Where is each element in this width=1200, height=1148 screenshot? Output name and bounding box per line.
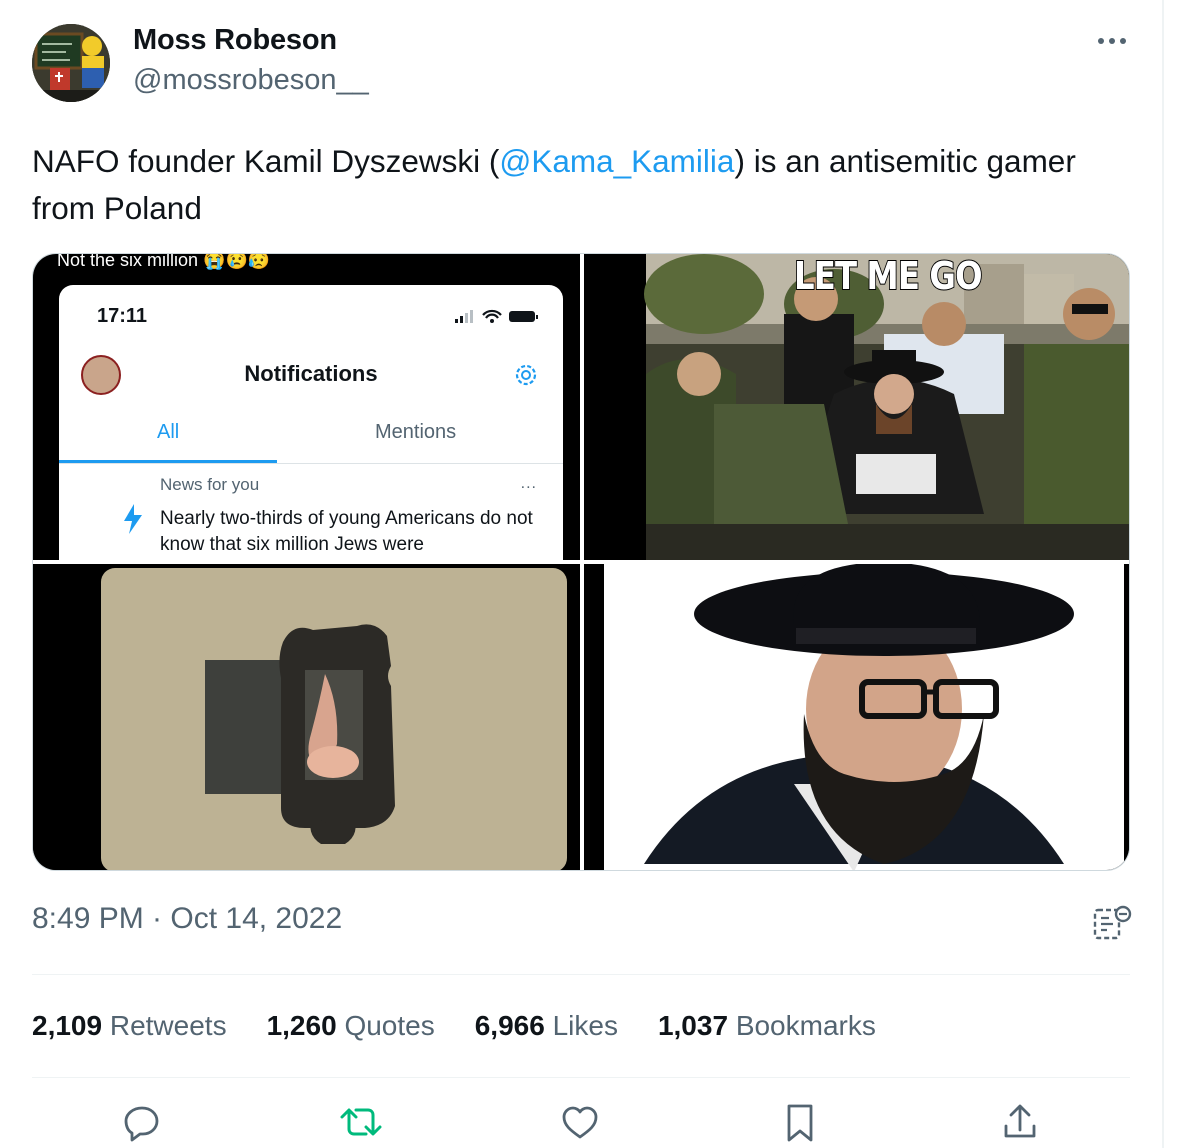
- divider: [32, 1077, 1130, 1078]
- avatar[interactable]: [32, 24, 110, 102]
- media-image-notification-screenshot[interactable]: Not the six million 😭😢😥 17:11 Notificati…: [33, 254, 580, 560]
- engagement-stats: 2,109 Retweets 1,260 Quotes 6,966 Likes …: [32, 1010, 916, 1042]
- tweet-text-before: NAFO founder Kamil Dyszewski (: [32, 143, 500, 179]
- retweets-stat[interactable]: 2,109 Retweets: [32, 1010, 227, 1042]
- mention-link[interactable]: @Kama_Kamilia: [499, 143, 734, 179]
- lightning-icon: [121, 503, 145, 535]
- tweet-timestamp[interactable]: 8:49 PM · Oct 14, 2022: [32, 902, 342, 936]
- quotes-count: 1,260: [266, 1010, 337, 1041]
- like-icon[interactable]: [558, 1102, 602, 1146]
- bookmark-icon[interactable]: [778, 1102, 822, 1146]
- tab-divider: [59, 463, 563, 464]
- retweets-label: Retweets: [109, 1010, 227, 1041]
- image-caption-let-me-go: LET ME GO: [793, 254, 983, 299]
- image-caption: Not the six million 😭😢😥: [57, 254, 271, 270]
- retweet-icon[interactable]: [339, 1102, 383, 1146]
- news-label: News for you: [160, 475, 260, 494]
- likes-count: 6,966: [474, 1010, 545, 1041]
- media-image-portrait[interactable]: [584, 564, 1129, 870]
- author-handle[interactable]: @mossrobeson__: [133, 64, 369, 97]
- divider: [32, 974, 1130, 975]
- media-image-street-scene[interactable]: LET ME GO: [584, 254, 1129, 560]
- quotes-stat[interactable]: 1,260 Quotes: [267, 1010, 435, 1042]
- quotes-label: Quotes: [344, 1010, 435, 1041]
- media-image-peephole[interactable]: [33, 564, 580, 870]
- likes-stat[interactable]: 6,966 Likes: [475, 1010, 618, 1042]
- tab-all: All: [157, 421, 180, 443]
- news-more-icon: ...: [520, 475, 537, 492]
- reply-icon[interactable]: [120, 1102, 164, 1146]
- news-headline: Nearly two-thirds of young Americans do …: [160, 508, 533, 555]
- retweets-count: 2,109: [32, 1010, 103, 1041]
- media-grid: Not the six million 😭😢😥 17:11 Notificati…: [32, 253, 1130, 871]
- bookmarks-count: 1,037: [657, 1010, 729, 1041]
- more-options-icon[interactable]: [1092, 26, 1132, 56]
- likes-label: Likes: [552, 1010, 618, 1041]
- notifications-title: Notifications: [244, 361, 378, 386]
- bookmarks-label: Bookmarks: [735, 1010, 876, 1041]
- author-name[interactable]: Moss Robeson: [133, 24, 337, 57]
- bookmarks-stat[interactable]: 1,037 Bookmarks: [658, 1010, 876, 1042]
- status-bar-icons: [451, 307, 543, 325]
- share-icon[interactable]: [998, 1102, 1042, 1146]
- analytics-icon[interactable]: [1092, 904, 1132, 947]
- phone-screenshot: 17:11 Notifications All Mentions News fo…: [59, 285, 563, 560]
- tweet-text: NAFO founder Kamil Dyszewski (@Kama_Kami…: [32, 138, 1092, 232]
- tab-mentions: Mentions: [375, 421, 457, 443]
- phone-time: 17:11: [97, 305, 148, 327]
- settings-gear-icon: [511, 360, 541, 390]
- timeline-border: [1162, 0, 1164, 1148]
